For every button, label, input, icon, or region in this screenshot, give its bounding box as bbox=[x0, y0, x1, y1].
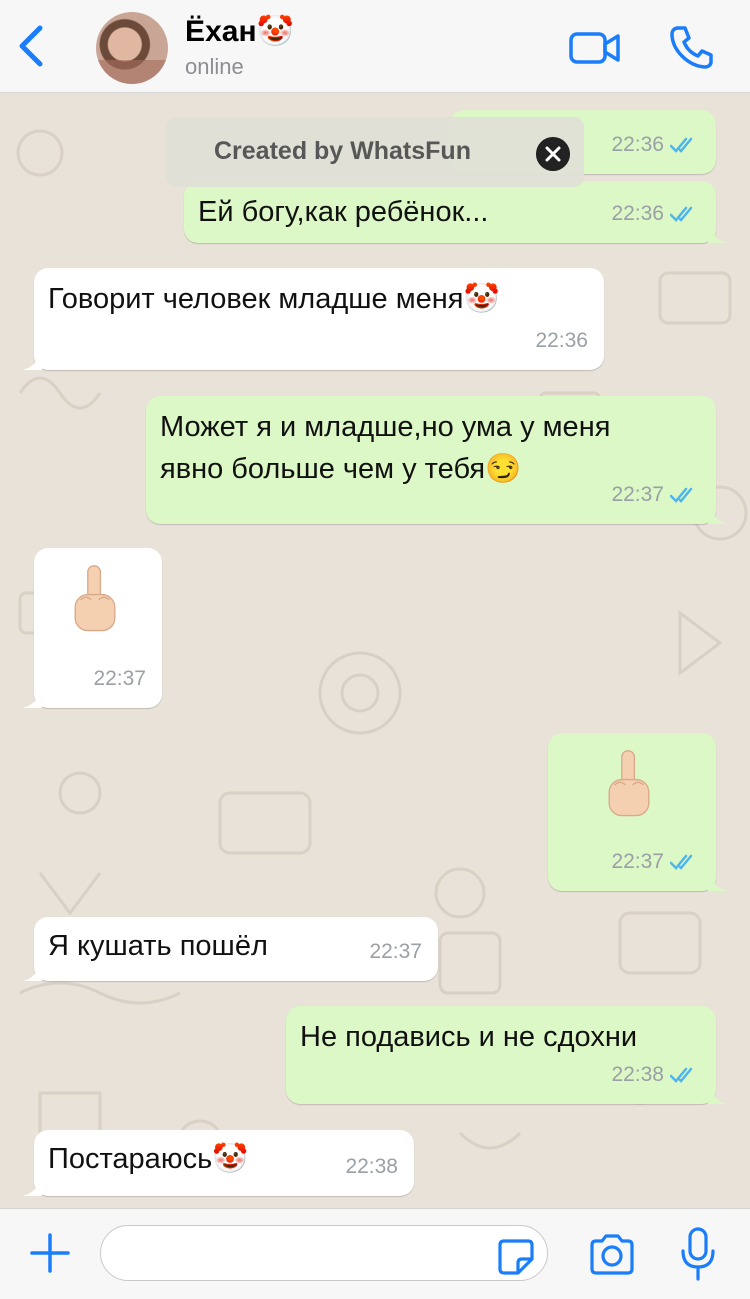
read-ticks-icon bbox=[670, 1067, 693, 1083]
close-icon[interactable] bbox=[536, 137, 570, 171]
message-bubble-outgoing[interactable]: 22:37 bbox=[548, 733, 728, 891]
message-time: 22:37 bbox=[611, 483, 664, 506]
message-composer bbox=[0, 1208, 750, 1299]
bubble-tail bbox=[22, 1176, 42, 1196]
message-text: Я кушать пошёл bbox=[48, 930, 268, 962]
plus-icon[interactable] bbox=[28, 1231, 72, 1275]
message-bubble-incoming[interactable]: Говорит человек младше меня🤡 22:36 bbox=[22, 268, 604, 370]
message-time: 22:38 bbox=[611, 1063, 664, 1086]
message-time: 22:37 bbox=[369, 940, 422, 963]
bubble-tail bbox=[708, 871, 728, 891]
message-text: Постараюсь🤡 bbox=[48, 1143, 249, 1175]
message-time: 22:36 bbox=[611, 202, 664, 225]
bubble-tail bbox=[22, 350, 42, 370]
bubble-tail bbox=[22, 688, 42, 708]
microphone-icon[interactable] bbox=[680, 1227, 716, 1283]
message-bubble-incoming[interactable]: 22:37 bbox=[22, 548, 162, 708]
contact-status: online bbox=[185, 54, 244, 79]
message-text: Говорит человек младше меня🤡 bbox=[48, 283, 500, 315]
video-call-icon[interactable] bbox=[568, 28, 622, 68]
bubble-tail bbox=[708, 1084, 728, 1104]
message-text: Не подавись и не сдохни bbox=[300, 1021, 638, 1053]
message-text-line-2: явно больше чем у тебя😏 bbox=[160, 453, 522, 485]
sticker-icon[interactable] bbox=[496, 1237, 536, 1277]
contact-avatar[interactable] bbox=[96, 12, 168, 84]
message-text-line-1: Может я и младше,но ума у меня bbox=[160, 411, 611, 443]
message-bubble-outgoing[interactable]: Может я и младше,но ума у меня явно боль… bbox=[146, 396, 728, 524]
message-bubble-outgoing[interactable]: Не подавись и не сдохни 22:38 bbox=[286, 1006, 728, 1104]
message-input[interactable] bbox=[100, 1225, 548, 1281]
message-time: 22:36 bbox=[535, 329, 588, 352]
back-chevron-icon[interactable] bbox=[14, 22, 50, 70]
middle-finger-emoji bbox=[608, 750, 650, 817]
message-bubble-incoming[interactable]: Постараюсь🤡 22:38 bbox=[22, 1130, 414, 1196]
chat-header: Ёхан🤡 online bbox=[0, 0, 750, 93]
message-text: Ей богу,как ребёнок... bbox=[198, 196, 489, 228]
banner-text: Created by WhatsFun bbox=[214, 137, 471, 165]
contact-name[interactable]: Ёхан🤡 bbox=[185, 14, 294, 49]
phone-icon[interactable] bbox=[668, 24, 714, 70]
message-time: 22:38 bbox=[345, 1155, 398, 1178]
message-time: 22:36 bbox=[611, 133, 664, 156]
read-ticks-icon bbox=[670, 137, 693, 153]
bubble-tail bbox=[22, 961, 42, 981]
camera-icon[interactable] bbox=[588, 1233, 636, 1277]
read-ticks-icon bbox=[670, 206, 693, 222]
message-bubble-outgoing[interactable]: Ей богу,как ребёнок... 22:36 bbox=[184, 181, 728, 243]
watermark-banner: Created by WhatsFun bbox=[166, 117, 584, 187]
read-ticks-icon bbox=[670, 487, 693, 503]
read-ticks-icon bbox=[670, 854, 693, 870]
message-time: 22:37 bbox=[93, 667, 146, 690]
bubble-tail bbox=[708, 504, 728, 524]
message-bubble-incoming[interactable]: Я кушать пошёл 22:37 bbox=[22, 917, 438, 981]
middle-finger-emoji bbox=[74, 565, 116, 632]
message-time: 22:37 bbox=[611, 850, 664, 873]
bubble-tail bbox=[708, 223, 728, 243]
